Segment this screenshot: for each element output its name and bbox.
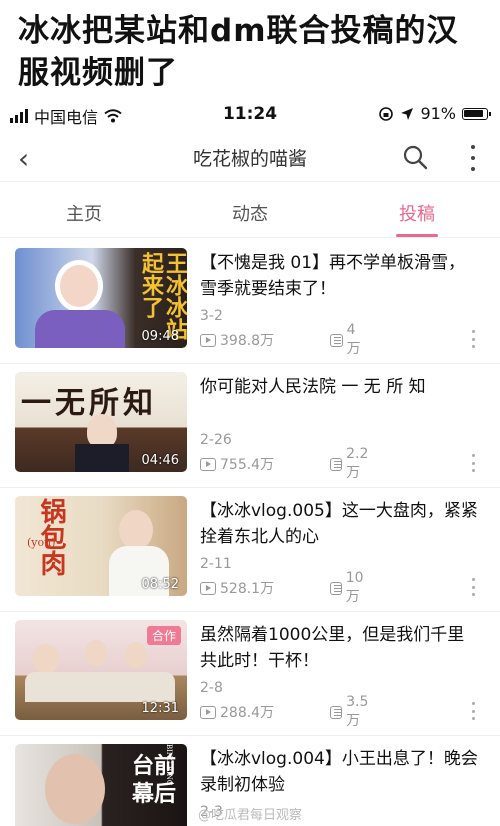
danmaku-icon bbox=[330, 333, 343, 347]
danmaku-count: 4万 bbox=[346, 322, 361, 357]
thumbnail-caption: 一无所知 bbox=[21, 386, 157, 421]
thumbnail-figure bbox=[85, 640, 107, 666]
thumbnail-robe bbox=[75, 444, 129, 472]
top-navbar: ‹ 吃花椒的喵酱 bbox=[0, 132, 500, 182]
view-count: 288.4万 bbox=[220, 705, 275, 721]
video-title[interactable]: 【不愧是我 01】再不学单板滑雪，雪季就要结束了！ bbox=[200, 250, 480, 302]
collab-badge: 合作 bbox=[146, 626, 181, 645]
video-stats: 528.1万 10万 bbox=[200, 570, 364, 605]
tab-dynamics[interactable]: 动态 bbox=[232, 200, 268, 226]
video-thumbnail[interactable]: 台前幕后 BING BING bbox=[15, 744, 187, 826]
video-date: 3-2 bbox=[200, 308, 223, 324]
more-vertical-icon[interactable] bbox=[470, 454, 476, 472]
orientation-lock-icon bbox=[379, 106, 394, 121]
danmaku-count: 2.2万 bbox=[346, 446, 369, 481]
tab-home[interactable]: 主页 bbox=[66, 200, 102, 226]
danmaku-icon bbox=[330, 705, 343, 719]
thumbnail-figure bbox=[45, 754, 105, 824]
active-tab-indicator bbox=[396, 234, 438, 237]
battery-percent: 91% bbox=[420, 104, 456, 123]
thumbnail-jacket bbox=[35, 310, 125, 348]
video-date: 2-8 bbox=[200, 680, 223, 696]
video-item[interactable]: 锅包肉 (you) 08:52 【冰冰vlog.005】这一大盘肉，紧紧拴着东北… bbox=[0, 488, 500, 612]
thumbnail-figure bbox=[125, 642, 147, 668]
video-thumbnail[interactable]: 合作 12:31 bbox=[15, 620, 187, 720]
video-duration: 08:52 bbox=[141, 577, 179, 592]
tab-submissions[interactable]: 投稿 bbox=[399, 200, 435, 226]
more-vertical-icon[interactable] bbox=[470, 578, 476, 596]
view-count: 398.8万 bbox=[220, 333, 275, 349]
thumbnail-figure bbox=[87, 414, 117, 448]
video-item[interactable]: 合作 12:31 虽然隔着1000公里，但是我们千里共此时！干杯！ 2-8 28… bbox=[0, 612, 500, 736]
video-item[interactable]: 王冰冰站起来了 09:48 【不愧是我 01】再不学单板滑雪，雪季就要结束了！ … bbox=[0, 240, 500, 364]
thumbnail-figure bbox=[119, 510, 153, 550]
video-stats: 288.4万 3.5万 bbox=[200, 694, 368, 729]
more-vertical-icon[interactable] bbox=[470, 330, 476, 348]
view-count: 528.1万 bbox=[220, 581, 275, 597]
thumbnail-figure bbox=[33, 644, 59, 674]
location-icon bbox=[401, 107, 414, 120]
status-right-group: 91% bbox=[378, 104, 491, 123]
video-title[interactable]: 虽然隔着1000公里，但是我们千里共此时！干杯！ bbox=[200, 622, 480, 674]
video-title[interactable]: 【冰冰vlog.005】这一大盘肉，紧紧拴着东北人的心 bbox=[200, 498, 480, 550]
source-watermark: @吃瓜君每日观察 bbox=[198, 808, 303, 823]
play-count-icon bbox=[200, 581, 216, 595]
video-item[interactable]: 一无所知 04:46 你可能对人民法院 一 无 所 知 2-26 755.4万 … bbox=[0, 364, 500, 488]
video-thumbnail[interactable]: 王冰冰站起来了 09:48 bbox=[15, 248, 187, 348]
danmaku-count: 3.5万 bbox=[346, 694, 369, 729]
play-count-icon bbox=[200, 457, 216, 471]
thumbnail-caption: 台前幕后 bbox=[131, 753, 176, 807]
thumbnail-group bbox=[25, 672, 175, 702]
more-vertical-icon[interactable] bbox=[470, 145, 476, 171]
thumbnail-figure bbox=[55, 260, 103, 312]
video-thumbnail[interactable]: 一无所知 04:46 bbox=[15, 372, 187, 472]
video-date: 2-26 bbox=[200, 432, 232, 448]
video-stats: 398.8万 4万 bbox=[200, 322, 361, 357]
more-vertical-icon[interactable] bbox=[470, 702, 476, 720]
thumbnail-subcaption: BING BING bbox=[165, 744, 173, 786]
video-duration: 04:46 bbox=[141, 453, 179, 468]
play-count-icon bbox=[200, 333, 216, 347]
danmaku-count: 10万 bbox=[345, 570, 364, 605]
video-duration: 12:31 bbox=[141, 701, 179, 716]
danmaku-icon bbox=[330, 457, 343, 471]
view-count: 755.4万 bbox=[220, 457, 275, 473]
video-stats: 755.4万 2.2万 bbox=[200, 446, 368, 481]
search-icon[interactable] bbox=[402, 144, 428, 170]
profile-tabs: 主页 动态 投稿 bbox=[0, 184, 500, 238]
video-thumbnail[interactable]: 锅包肉 (you) 08:52 bbox=[15, 496, 187, 596]
battery-icon bbox=[462, 107, 491, 120]
play-count-icon bbox=[200, 705, 216, 719]
video-duration: 09:48 bbox=[141, 329, 179, 344]
article-headline: 冰冰把某站和dm联合投稿的汉服视频删了 bbox=[18, 13, 459, 91]
status-bar: 中国电信 11:24 91% bbox=[0, 98, 500, 130]
video-date: 2-11 bbox=[200, 556, 232, 572]
danmaku-icon bbox=[330, 581, 342, 595]
thumbnail-subcaption: (you) bbox=[27, 536, 56, 549]
video-title[interactable]: 【冰冰vlog.004】小王出息了！晚会录制初体验 bbox=[200, 746, 480, 798]
video-title[interactable]: 你可能对人民法院 一 无 所 知 bbox=[200, 374, 480, 400]
